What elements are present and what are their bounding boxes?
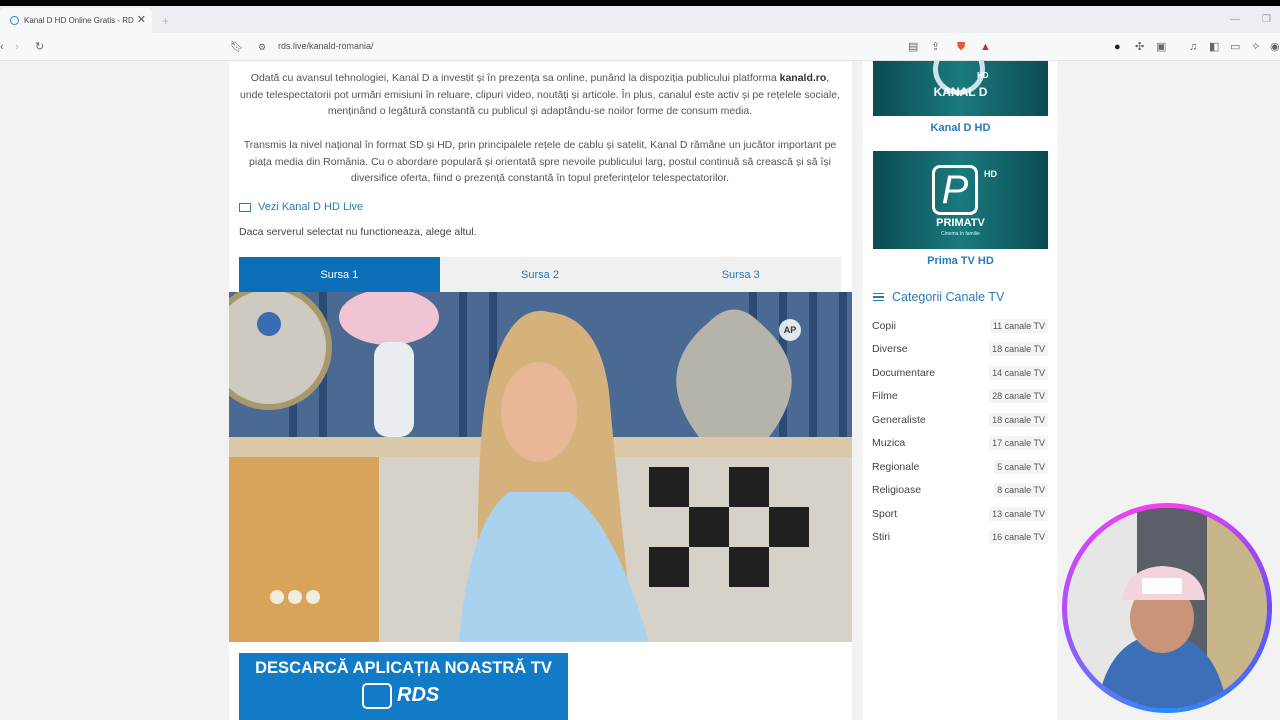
categories-title: Categorii Canale TV [892,290,1005,304]
prima-tv-logo-image: P HD PRIMATV Cinema în familie [873,151,1048,249]
forward-icon[interactable]: › [15,40,19,54]
close-tab-icon[interactable]: ✕ [137,13,146,26]
server-note: Daca serverul selectat nu functioneaza, … [239,226,477,238]
restore-window-icon[interactable]: ❐ [1262,14,1271,25]
ai-assistant-icon[interactable]: ✧ [1251,40,1260,54]
source-tabs: Sursa 1 Sursa 2 Sursa 3 [239,257,841,292]
browser-tab-active[interactable]: Kanal D HD Online Gratis - RD ✕ [0,8,152,33]
content-gutter [852,61,863,720]
video-player[interactable]: AP [229,292,852,642]
browser-tab-strip: Kanal D HD Online Gratis - RD ✕ + — ❐ [0,6,1280,33]
tab-source-2[interactable]: Sursa 2 [440,257,641,292]
kanal-d-hd-mark: HD [977,71,989,80]
category-item[interactable]: Sport 13 canale TV [872,504,1048,524]
media-icon[interactable]: ♫ [1189,40,1197,54]
category-count: 8 canale TV [994,483,1048,497]
category-count: 14 canale TV [989,366,1048,380]
prima-tv-tagline: Cinema în familie [941,231,980,237]
address-bar-url[interactable]: rds.live/kanald-romania/ [278,41,374,51]
share-icon[interactable]: ⇪ [931,40,940,54]
tab-source-1[interactable]: Sursa 1 [239,257,440,292]
new-tab-icon[interactable]: + [162,14,169,28]
category-count: 28 canale TV [989,389,1048,403]
webcam-feed [1067,508,1267,708]
watch-live-link[interactable]: Vezi Kanal D HD Live [239,201,363,213]
rewards-triangle-icon[interactable]: ▲ [980,40,991,54]
promo-title: DESCARCĂ APLICAȚIA NOASTRĂ TV [255,659,552,677]
page-left-margin [0,61,229,720]
category-item[interactable]: Documentare 14 canale TV [872,363,1048,383]
article-paragraph-1: Odată cu avansul tehnologiei, Kanal D a … [240,72,840,117]
watch-live-label: Vezi Kanal D HD Live [258,201,364,213]
webcam-overlay [1062,503,1272,713]
prima-tv-p-icon: P [932,165,978,215]
category-count: 16 canale TV [989,530,1048,544]
category-count: 13 canale TV [989,507,1048,521]
monitor-icon [239,202,251,212]
kanal-d-logo-image: HD KANAL D [873,61,1048,116]
categories-heading: Categorii Canale TV [873,290,1004,304]
category-item[interactable]: Generaliste 18 canale TV [872,410,1048,430]
wallet-icon[interactable]: ▭ [1230,40,1240,54]
screenshot-icon[interactable]: ▣ [1156,40,1166,54]
kanald-link[interactable]: kanald.ro [780,72,827,84]
webcam-person-image [1067,508,1267,708]
category-count: 17 canale TV [989,436,1048,450]
category-item[interactable]: Filme 28 canale TV [872,386,1048,406]
category-count: 11 canale TV [989,319,1048,333]
kanal-d-logo-text: KANAL D [933,85,988,99]
category-item[interactable]: Muzica 17 canale TV [872,433,1048,453]
category-count: 5 canale TV [994,460,1048,474]
rds-logo: RDS [397,684,440,706]
category-count: 18 canale TV [989,342,1048,356]
prima-tv-logo-text: PRIMATV [936,217,985,229]
category-count: 18 canale TV [989,413,1048,427]
sidebar-icon[interactable]: ◧ [1209,40,1219,54]
category-item[interactable]: Regionale 5 canale TV [872,457,1048,477]
category-item[interactable]: Stiri 16 canale TV [872,527,1048,547]
reload-icon[interactable]: ↻ [35,40,44,54]
channel-name-prima-tv: Prima TV HD [927,255,994,267]
reader-mode-icon[interactable]: ▤ [908,40,918,54]
channel-card-prima-tv[interactable]: P HD PRIMATV Cinema în familie Prima TV … [873,151,1048,267]
app-download-banner[interactable]: DESCARCĂ APLICAȚIA NOASTRĂ TV RDS [239,653,568,720]
site-settings-icon[interactable]: ⚙ [258,40,266,54]
extension-icon[interactable]: ● [1114,40,1121,54]
channel-card-kanal-d[interactable]: HD KANAL D Kanal D HD [873,61,1048,134]
bookmark-icon[interactable]: 🔖︎ [230,40,244,54]
channel-watermark-badge: AP [779,319,801,341]
channel-name-kanal-d: Kanal D HD [930,122,991,134]
extensions-puzzle-icon[interactable]: ✣ [1135,40,1144,54]
tab-source-3[interactable]: Sursa 3 [640,257,841,292]
browser-toolbar: ‹ › ↻ 🔖︎ ⚙ rds.live/kanald-romania/ ▤ ⇪ … [0,33,1280,61]
prima-tv-hd-mark: HD [984,169,997,179]
list-icon [873,291,884,304]
profile-icon[interactable]: ◉ [1270,40,1280,54]
tv-icon [362,683,392,709]
site-favicon-icon [10,16,19,25]
category-item[interactable]: Copii 11 canale TV [872,316,1048,336]
video-frame [229,292,852,642]
back-icon[interactable]: ‹ [0,40,4,54]
tab-title: Kanal D HD Online Gratis - RD [24,16,134,25]
category-item[interactable]: Religioase 8 canale TV [872,480,1048,500]
minimize-window-icon[interactable]: — [1230,14,1240,25]
category-item[interactable]: Diverse 18 canale TV [872,339,1048,359]
article-paragraph-2: Transmis la nivel național în format SD … [243,139,837,184]
shield-icon[interactable]: ⛊ [957,40,965,54]
